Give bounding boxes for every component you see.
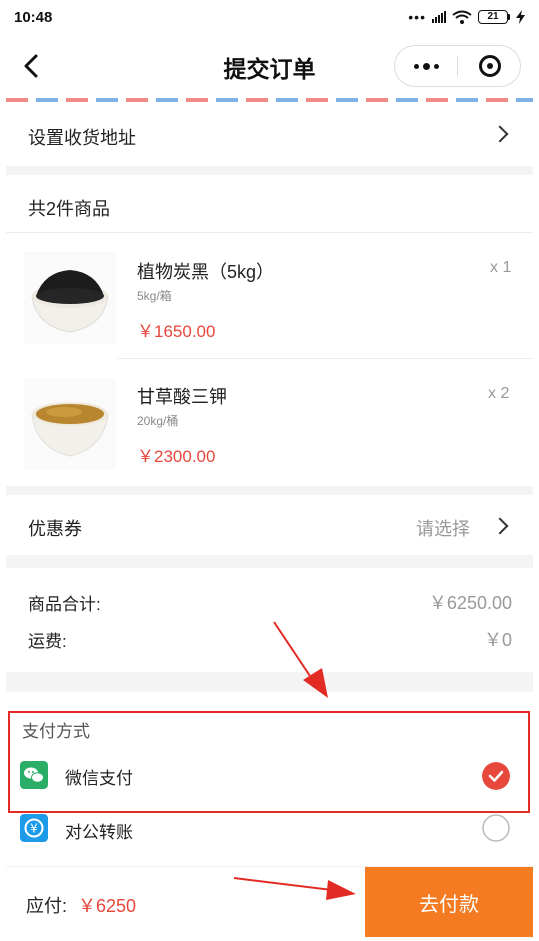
- due-label: 应付:: [26, 896, 68, 916]
- goods-section: 共2件商品 植物炭黑（5kg） 5kg/箱 ￥1650.00 x 1 甘草酸三钾…: [6, 175, 533, 486]
- product-price: ￥2300.00: [137, 447, 216, 466]
- status-icons: ••• 21: [408, 9, 525, 25]
- section-gap: [6, 555, 533, 568]
- goods-count: 共2件商品: [28, 199, 111, 219]
- status-time: 10:48: [14, 8, 53, 26]
- product-price: ￥1650.00: [137, 322, 216, 341]
- transfer-icon: ¥: [20, 814, 48, 842]
- product-image-yellow-powder[interactable]: [24, 378, 116, 470]
- signal-dots: •••: [408, 9, 426, 25]
- radio-unchecked-icon[interactable]: [482, 814, 510, 842]
- charging-icon: [516, 10, 525, 24]
- miniprogram-capsule: [394, 45, 521, 87]
- annotation-arrow-icon: [233, 877, 356, 900]
- coupon-value: 请选择: [416, 519, 470, 539]
- navigation-bar: 提交订单: [0, 34, 539, 98]
- due-value: ￥6250: [78, 896, 137, 916]
- chevron-right-icon: [491, 125, 509, 143]
- signal-icon: [432, 11, 446, 23]
- product-name: 甘草酸三钾: [137, 387, 227, 407]
- goods-total-value: ￥6250.00: [428, 593, 512, 613]
- wifi-icon: [452, 10, 472, 24]
- coupon-label: 优惠券: [28, 519, 82, 539]
- more-dots-icon[interactable]: [395, 46, 457, 86]
- product-quantity: x 2: [488, 385, 510, 402]
- battery-level: 21: [478, 10, 508, 24]
- divider: [118, 358, 533, 359]
- capsule-divider: [457, 56, 458, 76]
- product-image-black-powder[interactable]: [24, 252, 116, 344]
- coupon-row[interactable]: 优惠券 请选择: [6, 495, 533, 555]
- annotation-arrow-icon: [273, 621, 328, 698]
- product-spec: 5kg/箱: [137, 289, 172, 303]
- goods-total-label: 商品合计:: [28, 595, 101, 614]
- freight-value: ￥0: [483, 630, 512, 650]
- payment-option-label: 对公转账: [65, 823, 133, 842]
- annotation-highlight-box: [8, 711, 530, 813]
- chevron-right-icon: [491, 517, 509, 535]
- miniprogram-close-icon[interactable]: [479, 55, 501, 77]
- section-gap: [6, 486, 533, 495]
- address-label: 设置收货地址: [28, 128, 136, 148]
- status-bar: 10:48 ••• 21: [0, 0, 539, 34]
- address-row[interactable]: 设置收货地址: [6, 102, 533, 166]
- product-name: 植物炭黑（5kg）: [137, 262, 275, 282]
- section-gap: [6, 166, 533, 175]
- product-spec: 20kg/桶: [137, 414, 179, 428]
- freight-label: 运费:: [28, 632, 67, 651]
- pay-button[interactable]: 去付款: [365, 867, 533, 937]
- battery-icon: 21: [478, 10, 510, 24]
- divider: [6, 232, 533, 233]
- product-quantity: x 1: [490, 259, 512, 276]
- svg-text:¥: ¥: [30, 822, 38, 836]
